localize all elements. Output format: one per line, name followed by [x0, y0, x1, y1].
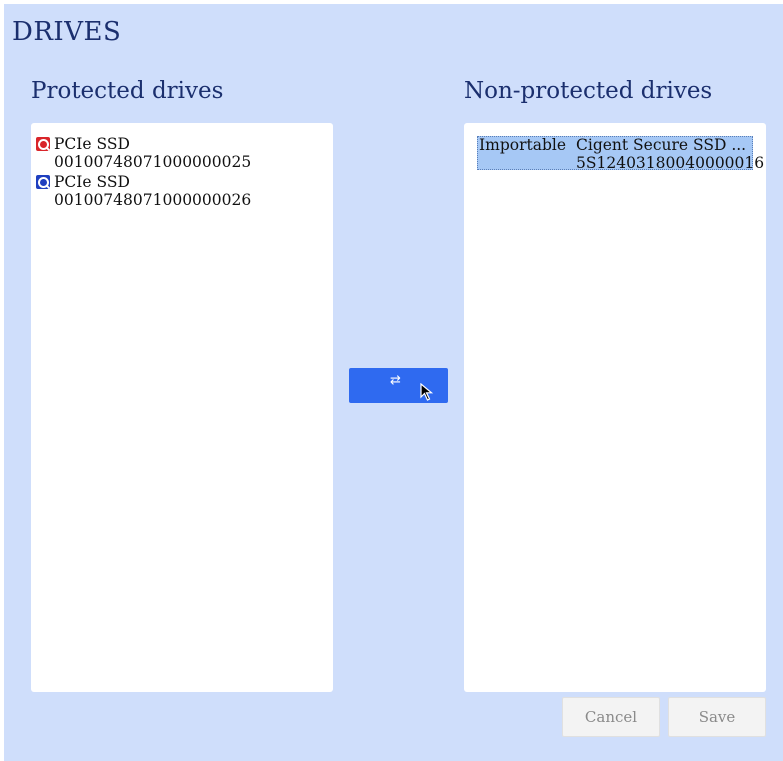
protected-drives-heading: Protected drives	[31, 78, 224, 104]
drive-serial: 00100748071000000025	[54, 153, 252, 171]
drive-serial: 00100748071000000026	[54, 191, 252, 209]
protected-drive-item[interactable]: PCIe SSD 00100748071000000025	[36, 135, 251, 171]
transfer-drive-button[interactable]: ⇄	[349, 368, 448, 403]
protected-drive-item[interactable]: PCIe SSD 00100748071000000026	[36, 173, 251, 209]
drive-name: PCIe SSD	[54, 173, 130, 191]
drive-serial: 5S12403180040000016	[576, 154, 765, 172]
drive-q-red-icon	[36, 137, 50, 151]
swap-arrows-icon: ⇄	[390, 373, 401, 388]
nonprotected-drives-heading: Non-protected drives	[464, 78, 713, 104]
drive-status: Importable	[479, 136, 567, 154]
cancel-button[interactable]: Cancel	[562, 697, 660, 737]
drive-name: PCIe SSD	[54, 135, 130, 153]
page-title: DRIVES	[12, 17, 122, 47]
nonprotected-drives-list[interactable]	[464, 123, 766, 692]
drive-q-blue-icon	[36, 175, 50, 189]
drive-name: Cigent Secure SSD ...	[576, 136, 747, 154]
mouse-cursor-icon	[420, 383, 434, 401]
save-button[interactable]: Save	[668, 697, 766, 737]
